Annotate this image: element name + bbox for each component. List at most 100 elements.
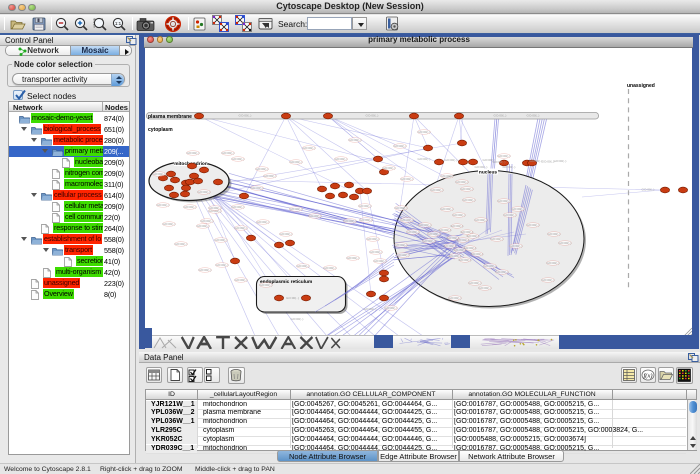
svg-text:GO:00(..): GO:00(..)	[260, 283, 273, 287]
svg-text:GO:00(..): GO:00(..)	[498, 154, 511, 158]
svg-text:GO:00(..): GO:00(..)	[457, 238, 470, 242]
svg-text:GO:00(..): GO:00(..)	[359, 204, 372, 208]
svg-text:GO:00(..): GO:00(..)	[235, 226, 248, 230]
svg-text:GO:00(..): GO:00(..)	[431, 188, 444, 192]
svg-text:GO:00(..): GO:00(..)	[394, 144, 407, 148]
svg-text:GO:00(..): GO:00(..)	[175, 242, 188, 246]
svg-text:GO:00(..): GO:00(..)	[467, 234, 480, 238]
svg-text:GO:00(..): GO:00(..)	[215, 238, 228, 242]
svg-text:GO:00(..): GO:00(..)	[504, 213, 517, 217]
svg-text:GO:00(..): GO:00(..)	[494, 114, 507, 118]
svg-text:GO:00(..): GO:00(..)	[445, 158, 458, 162]
svg-text:GO:00(..): GO:00(..)	[209, 206, 222, 210]
svg-text:cytoplasm: cytoplasm	[148, 127, 173, 133]
svg-text:GO:00(..): GO:00(..)	[349, 138, 362, 142]
svg-text:GO:00(..): GO:00(..)	[364, 307, 377, 311]
svg-text:GO:00(..): GO:00(..)	[197, 224, 210, 228]
svg-text:GO:00(..): GO:00(..)	[239, 114, 252, 118]
svg-text:GO:00(..): GO:00(..)	[496, 270, 509, 274]
svg-text:GO:00(..): GO:00(..)	[374, 259, 387, 263]
svg-text:GO:00(..): GO:00(..)	[184, 205, 197, 209]
svg-text:GO:00(..): GO:00(..)	[291, 317, 304, 321]
svg-text:GO:00(..): GO:00(..)	[395, 243, 408, 247]
svg-text:GO:00(..): GO:00(..)	[280, 232, 293, 236]
svg-text:GO:00(..): GO:00(..)	[344, 219, 357, 223]
svg-text:GO:00(..): GO:00(..)	[428, 232, 441, 236]
svg-text:GO:00(..): GO:00(..)	[554, 159, 567, 163]
svg-text:GO:00(..): GO:00(..)	[407, 230, 420, 234]
svg-text:GO:00(..): GO:00(..)	[235, 278, 248, 282]
svg-text:GO:00(..): GO:00(..)	[383, 166, 396, 170]
svg-text:GO:00(..): GO:00(..)	[366, 114, 379, 118]
svg-text:GO:00(..): GO:00(..)	[347, 256, 360, 260]
svg-text:GO:00(..): GO:00(..)	[418, 130, 431, 134]
svg-text:GO:00(..): GO:00(..)	[324, 266, 337, 270]
svg-text:GO:00(..): GO:00(..)	[463, 198, 476, 202]
svg-text:GO:00(..): GO:00(..)	[453, 213, 466, 217]
svg-text:GO:00(..): GO:00(..)	[542, 278, 555, 282]
svg-text:unassigned: unassigned	[627, 83, 655, 89]
svg-text:GO:00(..): GO:00(..)	[493, 160, 506, 164]
svg-text:GO:00(..): GO:00(..)	[264, 174, 277, 178]
svg-text:GO:00(..): GO:00(..)	[471, 252, 484, 256]
svg-text:plasma membrane: plasma membrane	[148, 114, 192, 120]
svg-text:GO:00(..): GO:00(..)	[397, 253, 410, 257]
svg-text:GO:00(..): GO:00(..)	[232, 205, 245, 209]
svg-text:GO:00(..): GO:00(..)	[157, 203, 170, 207]
svg-text:GO:00(..): GO:00(..)	[198, 190, 211, 194]
svg-text:GO:00(..): GO:00(..)	[491, 237, 504, 241]
svg-text:GO:00(..): GO:00(..)	[461, 187, 474, 191]
svg-text:GO:00(..): GO:00(..)	[303, 146, 316, 150]
svg-text:GO:00(..): GO:00(..)	[510, 244, 523, 248]
svg-text:GO:00(..): GO:00(..)	[451, 224, 464, 228]
svg-text:GO:00(..): GO:00(..)	[469, 281, 482, 285]
svg-text:GO:00(..): GO:00(..)	[548, 232, 561, 236]
svg-text:GO:00(..): GO:00(..)	[449, 296, 462, 300]
svg-text:GO:00(..): GO:00(..)	[503, 165, 516, 169]
svg-text:GO:00(..): GO:00(..)	[498, 199, 511, 203]
svg-text:GO:00(..): GO:00(..)	[201, 219, 214, 223]
svg-text:GO:00(..): GO:00(..)	[547, 261, 560, 265]
svg-text:GO:00(..): GO:00(..)	[385, 306, 398, 310]
svg-text:GO:00(..): GO:00(..)	[527, 114, 540, 118]
svg-text:GO:00(..): GO:00(..)	[401, 177, 414, 181]
svg-text:GO:00(..): GO:00(..)	[459, 258, 472, 262]
svg-text:GO:00(..): GO:00(..)	[475, 218, 488, 222]
svg-text:1:1: 1:1	[115, 21, 122, 26]
svg-text:GO:00(..): GO:00(..)	[642, 188, 655, 192]
svg-text:GO:00(..): GO:00(..)	[297, 264, 310, 268]
svg-text:GO:00(..): GO:00(..)	[335, 157, 348, 161]
svg-text:f(x): f(x)	[643, 373, 652, 380]
svg-text:GO:00(..): GO:00(..)	[423, 239, 436, 243]
svg-text:GO:00(..): GO:00(..)	[530, 159, 543, 163]
svg-text:GO:00(..): GO:00(..)	[559, 241, 572, 245]
svg-text:GO:00(..): GO:00(..)	[360, 218, 373, 222]
svg-text:GO:00(..): GO:00(..)	[542, 160, 555, 164]
svg-text:GO:00(..): GO:00(..)	[401, 218, 414, 222]
svg-text:GO:00(..): GO:00(..)	[456, 180, 469, 184]
svg-text:GO:00(..): GO:00(..)	[232, 157, 245, 161]
svg-text:GO:00(..): GO:00(..)	[187, 151, 200, 155]
svg-text:GO:00(..): GO:00(..)	[479, 286, 492, 290]
svg-text:GO:00(..): GO:00(..)	[286, 296, 299, 300]
svg-text:GO:00(..): GO:00(..)	[367, 237, 380, 241]
svg-text:GO:00(..): GO:00(..)	[290, 207, 303, 211]
svg-text:GO:00(..): GO:00(..)	[153, 172, 166, 176]
svg-text:GO:00(..): GO:00(..)	[464, 246, 477, 250]
svg-text:GO:00(..): GO:00(..)	[309, 214, 322, 218]
svg-text:GO:00(..): GO:00(..)	[256, 167, 269, 171]
svg-text:GO:00(..): GO:00(..)	[527, 223, 540, 227]
svg-text:GO:00(..): GO:00(..)	[370, 250, 383, 254]
svg-text:GO:00(..): GO:00(..)	[395, 206, 408, 210]
svg-text:GO:00(..): GO:00(..)	[216, 263, 229, 267]
svg-text:GO:00(..): GO:00(..)	[484, 264, 497, 268]
svg-text:GO:00(..): GO:00(..)	[441, 207, 454, 211]
svg-text:GO:00(..): GO:00(..)	[257, 220, 270, 224]
svg-text:GO:00(..): GO:00(..)	[251, 186, 264, 190]
svg-text:GO:00(..): GO:00(..)	[419, 223, 432, 227]
svg-text:GO:00(..): GO:00(..)	[163, 222, 176, 226]
svg-text:GO:00(..): GO:00(..)	[418, 157, 431, 161]
svg-text:GO:00(..): GO:00(..)	[290, 160, 303, 164]
svg-text:GO:00(..): GO:00(..)	[475, 165, 488, 169]
svg-text:GO:00(..): GO:00(..)	[439, 228, 452, 232]
